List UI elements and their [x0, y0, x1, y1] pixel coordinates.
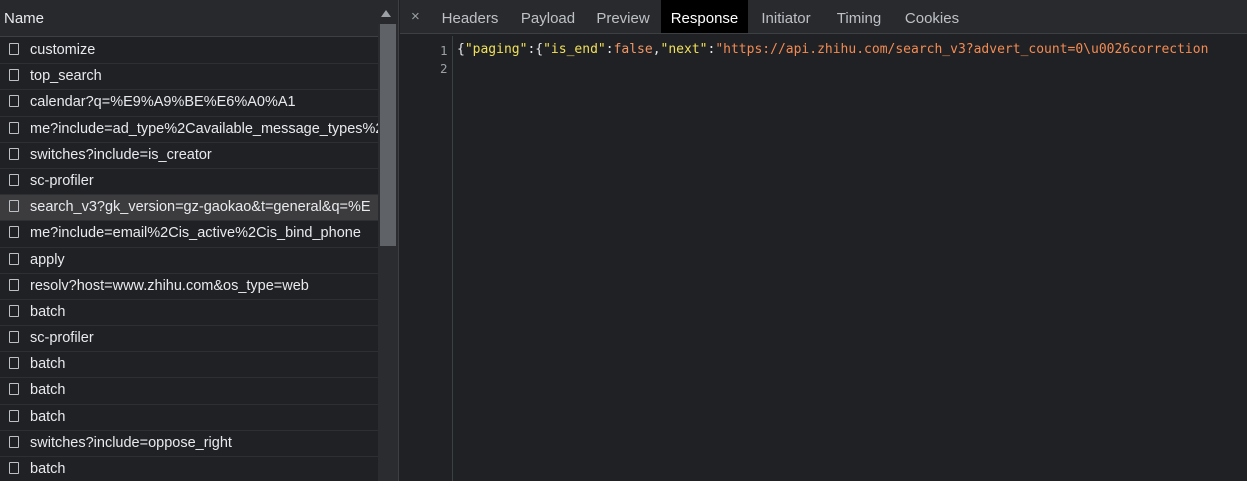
tab-payload[interactable]: Payload: [510, 0, 586, 33]
request-name: switches?include=is_creator: [30, 146, 212, 163]
json-key-is-end: "is_end": [543, 42, 606, 57]
request-row[interactable]: resolv?host=www.zhihu.com&os_type=web: [0, 274, 378, 300]
document-icon: [9, 121, 19, 134]
line-number-gutter: 1 2: [400, 36, 453, 481]
json-colon: :: [605, 42, 614, 57]
document-icon: [9, 69, 19, 82]
request-name: resolv?host=www.zhihu.com&os_type=web: [30, 277, 309, 294]
request-name: batch: [30, 382, 66, 399]
request-name: me?include=ad_type%2Cavailable_message_t…: [30, 120, 378, 137]
request-row[interactable]: me?include=email%2Cis_active%2Cis_bind_p…: [0, 221, 378, 248]
request-name: batch: [30, 303, 66, 320]
scrollbar-thumb[interactable]: [380, 24, 396, 246]
json-key-next: "next": [660, 42, 708, 57]
request-rows: customize top_search calendar?q=%E9%A9%BE%…: [0, 38, 378, 481]
name-column-label: Name: [4, 10, 45, 27]
name-column-header[interactable]: Name: [0, 0, 398, 37]
detail-tabbar: × Headers Payload Preview Response Initi…: [400, 0, 1247, 34]
tab-timing[interactable]: Timing: [824, 0, 894, 33]
request-name: customize: [30, 42, 96, 58]
request-name: batch: [30, 461, 66, 477]
request-name: calendar?q=%E9%A9%BE%E6%A0%A1: [30, 94, 296, 111]
document-icon: [9, 226, 19, 239]
request-row[interactable]: batch: [0, 300, 378, 327]
document-icon: [9, 173, 19, 186]
request-name: batch: [30, 356, 66, 373]
json-brace: {: [535, 42, 544, 57]
document-icon: [9, 95, 19, 108]
close-icon[interactable]: ×: [411, 8, 420, 25]
tab-headers[interactable]: Headers: [432, 0, 508, 33]
request-row[interactable]: batch: [0, 378, 378, 405]
request-row[interactable]: switches?include=is_creator: [0, 143, 378, 169]
document-icon: [9, 278, 19, 291]
request-list-panel: Name customize top_search calendar?q=%E9%A…: [0, 0, 399, 481]
list-scrollbar[interactable]: [378, 24, 398, 481]
request-name: sc-profiler: [30, 172, 94, 189]
document-icon: [9, 357, 19, 370]
document-icon: [9, 331, 19, 344]
request-row[interactable]: sc-profiler: [0, 169, 378, 196]
request-row[interactable]: me?include=ad_type%2Cavailable_message_t…: [0, 117, 378, 143]
line-number: 1: [440, 43, 448, 58]
sort-ascending-icon[interactable]: [381, 10, 391, 17]
request-name: top_search: [30, 68, 102, 85]
tab-response[interactable]: Response: [661, 0, 748, 33]
request-row[interactable]: batch: [0, 405, 378, 431]
code-line: {"paging":{"is_end":false,"next":"https:…: [457, 42, 1208, 57]
json-value-false: false: [613, 42, 653, 57]
request-row[interactable]: apply: [0, 248, 378, 274]
json-value-url: "https://api.zhihu.com/search_v3?advert_…: [715, 42, 1209, 57]
request-row[interactable]: customize: [0, 38, 378, 65]
request-row[interactable]: sc-profiler: [0, 326, 378, 353]
request-row[interactable]: calendar?q=%E9%A9%BE%E6%A0%A1: [0, 90, 378, 117]
document-icon: [9, 383, 19, 396]
json-comma: ,: [652, 42, 661, 57]
document-icon: [9, 409, 19, 422]
request-name: switches?include=oppose_right: [30, 434, 232, 451]
request-row[interactable]: batch: [0, 352, 378, 379]
request-row[interactable]: search_v3?gk_version=gz-gaokao&t=general…: [0, 195, 378, 222]
request-name: search_v3?gk_version=gz-gaokao&t=general…: [30, 199, 371, 216]
document-icon: [9, 200, 19, 213]
json-brace: {: [457, 42, 465, 57]
request-row[interactable]: switches?include=oppose_right: [0, 431, 378, 457]
tab-initiator[interactable]: Initiator: [748, 0, 824, 33]
request-row[interactable]: batch: [0, 457, 378, 481]
request-name: batch: [30, 408, 66, 425]
json-key-paging: "paging": [464, 42, 528, 57]
request-name: apply: [30, 251, 65, 268]
request-name: me?include=email%2Cis_active%2Cis_bind_p…: [30, 225, 361, 242]
document-icon: [9, 435, 19, 448]
tab-cookies[interactable]: Cookies: [894, 0, 970, 33]
tab-preview[interactable]: Preview: [586, 0, 660, 33]
document-icon: [9, 147, 19, 160]
request-row[interactable]: top_search: [0, 64, 378, 91]
document-icon: [9, 43, 19, 55]
request-detail-panel: × Headers Payload Preview Response Initi…: [400, 0, 1247, 481]
document-icon: [9, 462, 19, 474]
response-code-view[interactable]: 1 2 {"paging":{"is_end":false,"next":"ht…: [400, 36, 1247, 481]
request-name: sc-profiler: [30, 330, 94, 347]
document-icon: [9, 304, 19, 317]
document-icon: [9, 252, 19, 265]
line-number: 2: [440, 61, 448, 76]
